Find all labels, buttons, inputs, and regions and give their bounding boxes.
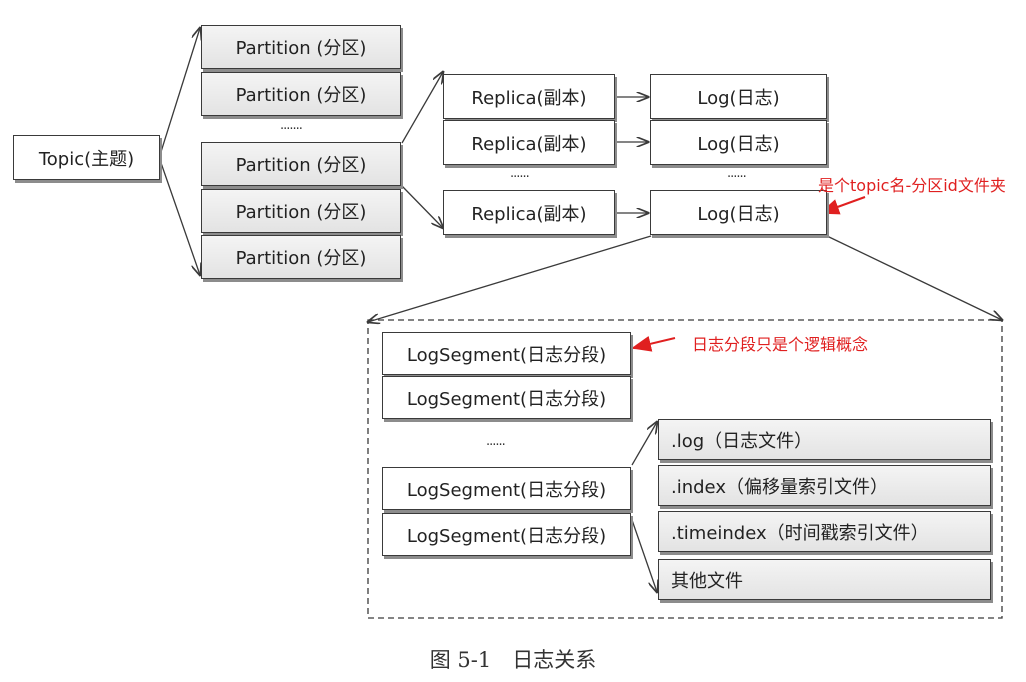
- log-segment-box: LogSegment(日志分段): [382, 376, 631, 419]
- log-segment-box: LogSegment(日志分段): [382, 332, 631, 375]
- replica-box: Replica(副本): [443, 74, 615, 119]
- timeindex-file-box: .timeindex（时间戳索引文件）: [658, 511, 991, 552]
- index-file-box: .index（偏移量索引文件）: [658, 465, 991, 506]
- partition-box: Partition (分区): [201, 72, 401, 116]
- segment-ellipsis: ······: [486, 438, 506, 453]
- log-folder-note: 是个topic名-分区id文件夹: [818, 176, 1006, 195]
- partition-to-replica-1-arrow: [401, 72, 443, 144]
- log-box: Log(日志): [650, 190, 827, 235]
- partition-to-replica-3-arrow: [401, 185, 443, 228]
- partition-box: Partition (分区): [201, 235, 401, 279]
- log-box: Log(日志): [650, 120, 827, 165]
- partition-box: Partition (分区): [201, 25, 401, 69]
- segment-note-arrow: [631, 336, 676, 352]
- log-expand-left-arrow: [368, 235, 652, 322]
- log-ellipsis: ······: [727, 170, 747, 185]
- log-relationship-diagram: Topic(主题) Partition (分区) Partition (分区) …: [0, 0, 1026, 682]
- other-files-box: 其他文件: [658, 559, 991, 600]
- log-expand-right-arrow: [826, 235, 1002, 320]
- segment-to-log-file-arrow: [631, 422, 657, 466]
- log-box: Log(日志): [650, 74, 827, 119]
- segment-to-other-file-arrow: [631, 519, 657, 592]
- replica-ellipsis: ······: [510, 170, 530, 185]
- topic-to-partition-5-arrow: [159, 159, 200, 275]
- segment-logic-note: 日志分段只是个逻辑概念: [692, 335, 869, 354]
- partition-box: Partition (分区): [201, 189, 401, 233]
- log-segment-box: LogSegment(日志分段): [382, 467, 631, 510]
- topic-box: Topic(主题): [13, 135, 160, 180]
- log-file-box: .log（日志文件）: [658, 419, 991, 460]
- partition-box: Partition (分区): [201, 142, 401, 186]
- replica-box: Replica(副本): [443, 190, 615, 235]
- log-note-arrow: [819, 196, 866, 215]
- log-segment-box: LogSegment(日志分段): [382, 513, 631, 556]
- replica-box: Replica(副本): [443, 120, 615, 165]
- figure-caption: 图 5-1 日志关系: [429, 648, 597, 672]
- partition-ellipsis: ·······: [280, 122, 303, 137]
- topic-to-partition-1-arrow: [159, 28, 200, 156]
